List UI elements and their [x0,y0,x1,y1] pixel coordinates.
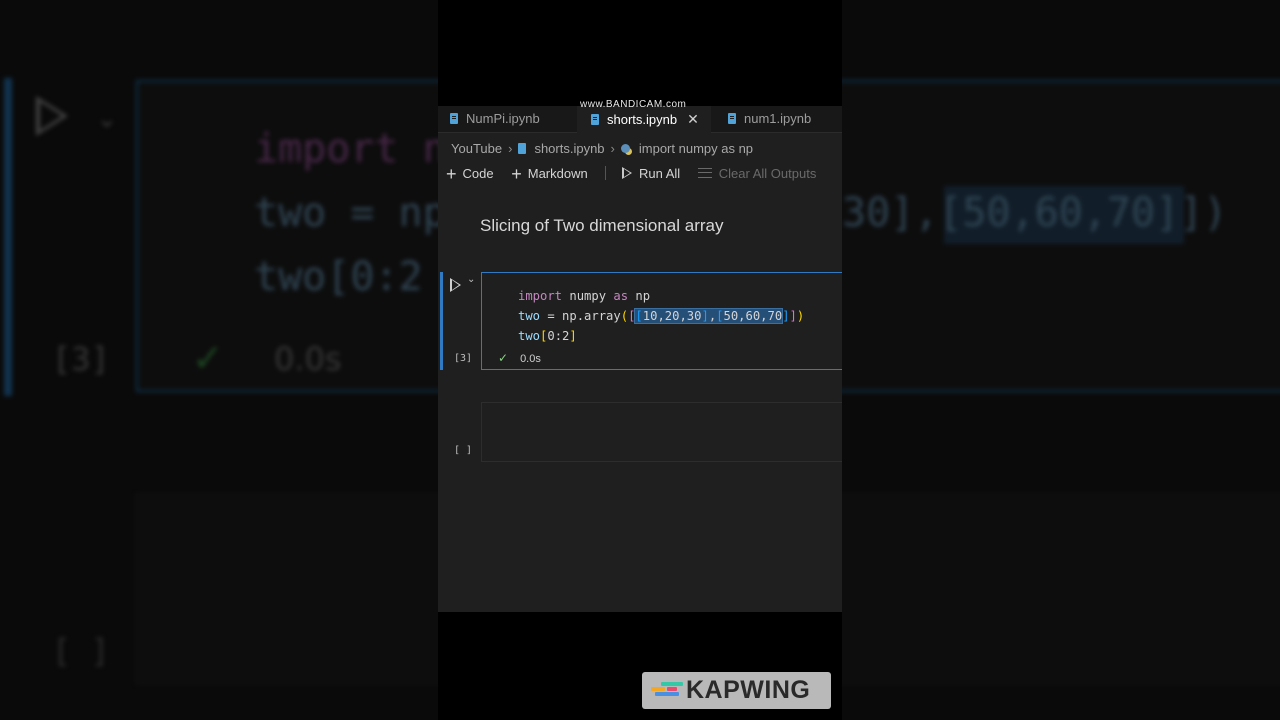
add-markdown-button[interactable]: + Markdown [511,164,587,185]
close-icon[interactable]: ✕ [687,111,699,127]
notebook-file-icon [518,143,527,155]
empty-execution-count: [ ] [454,445,473,456]
code-line-3: two[0:2] [518,329,577,343]
plus-icon: + [446,164,457,184]
execution-count: [3] [454,353,473,364]
execution-time: 0.0s [520,353,541,365]
check-icon: ✓ [498,351,509,365]
notebook-file-icon [728,113,736,124]
tab-shorts[interactable]: shorts.ipynb ✕ [577,106,711,133]
code-line-1: import numpy as np [518,289,651,303]
kapwing-logo-text: KAPWING [686,676,811,704]
python-icon [620,144,630,154]
run-all-icon [621,167,632,179]
chevron-right-icon: › [610,141,615,157]
cell-status: ✓ 0.0s [498,351,541,365]
run-cell-icon[interactable] [450,278,461,292]
notebook-file-icon [450,113,458,124]
kapwing-logo-icon [651,682,683,700]
kapwing-badge: KAPWING [642,672,831,709]
breadcrumb: YouTube › shorts.ipynb › import numpy as np [451,140,753,156]
notebook-toolbar: + Code + Markdown Run All Clear All Output… [446,164,816,184]
breadcrumb-file[interactable]: shorts.ipynb [534,141,604,156]
cell-focus-indicator [440,272,443,370]
notebook-editor: NumPi.ipynb shorts.ipynb ✕ num1.ipynb You… [438,106,842,612]
notebook-file-icon [591,114,599,125]
tab-numpi[interactable]: NumPi.ipynb [450,106,540,132]
center-panel: NumPi.ipynb shorts.ipynb ✕ num1.ipynb You… [438,0,842,720]
chevron-down-icon[interactable]: ⌄ [467,274,475,285]
markdown-cell[interactable]: Slicing of Two dimensional array [480,216,723,236]
tab-bar: NumPi.ipynb shorts.ipynb ✕ num1.ipynb [438,106,842,133]
plus-icon: + [511,164,522,184]
breadcrumb-folder[interactable]: YouTube [451,141,502,156]
empty-code-cell[interactable] [481,402,842,462]
code-editor[interactable]: import numpy as np two = np.array([[10,2… [518,286,804,346]
add-code-button[interactable]: + Code [446,164,494,185]
breadcrumb-symbol[interactable]: import numpy as np [639,141,753,156]
chevron-right-icon: › [508,141,513,157]
toolbar-divider [605,166,607,180]
recorder-watermark: www.BANDICAM.com [580,99,687,110]
run-all-button[interactable]: Run All [621,166,680,181]
clear-outputs-icon [697,168,712,178]
tab-num1[interactable]: num1.ipynb [728,106,811,132]
code-line-2: two = np.array([[10,20,30],[50,60,70]]) [518,308,805,324]
clear-all-outputs-button[interactable]: Clear All Outputs [697,166,816,181]
